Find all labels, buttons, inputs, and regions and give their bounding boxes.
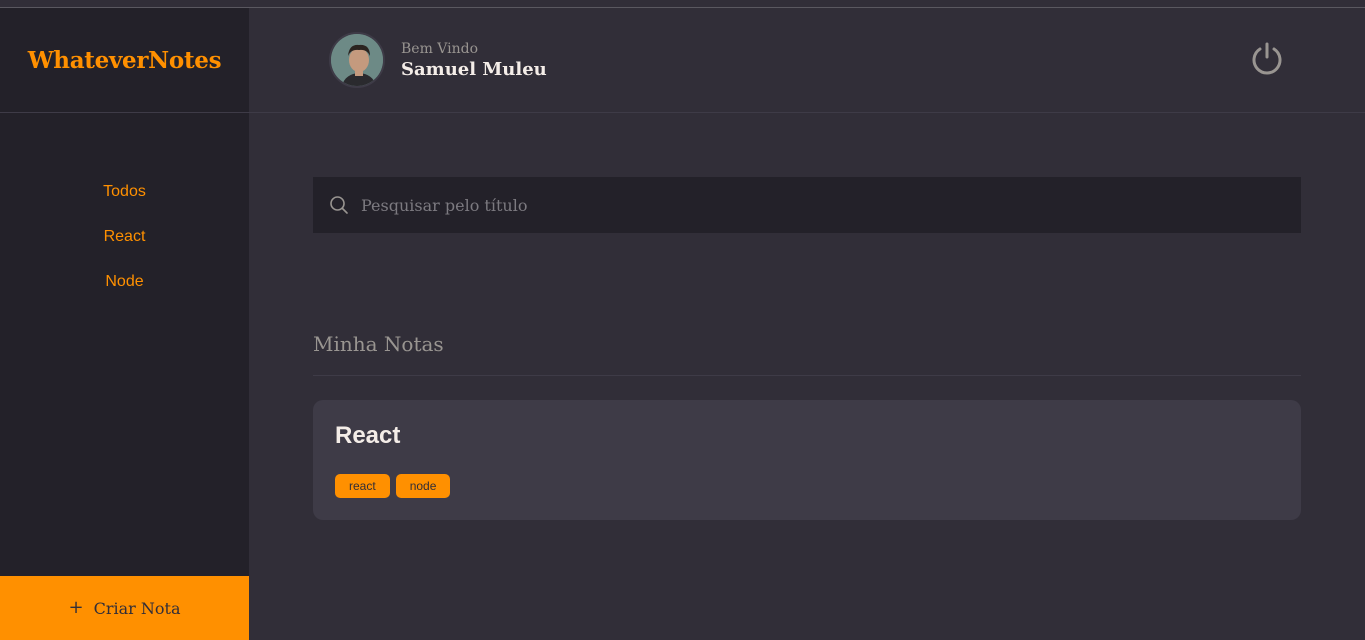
sidebar-item-node: Node: [0, 269, 249, 314]
profile-text: Bem Vindo Samuel Muleu: [401, 41, 547, 80]
create-note-button[interactable]: + Criar Nota: [0, 576, 249, 640]
sidebar-link-todos[interactable]: Todos: [103, 183, 146, 200]
top-border: [0, 0, 1365, 8]
search-bar[interactable]: [313, 177, 1301, 233]
power-icon: [1252, 42, 1282, 75]
brand-logo: WhateverNotes: [27, 46, 222, 74]
avatar[interactable]: [329, 32, 385, 88]
welcome-text: Bem Vindo: [401, 40, 479, 57]
plus-icon: +: [68, 597, 84, 618]
section-title: Minha Notas: [313, 332, 444, 356]
tag-menu: Todos React Node: [0, 179, 249, 314]
logout-button[interactable]: [1249, 40, 1285, 76]
avatar-image: [331, 34, 383, 86]
tag-badge: react: [335, 474, 390, 498]
search-input[interactable]: [361, 195, 1261, 215]
create-note-label: Criar Nota: [93, 598, 181, 618]
sidebar-item-todos: Todos: [0, 179, 249, 224]
sidebar-item-react: React: [0, 224, 249, 269]
header: Bem Vindo Samuel Muleu: [249, 8, 1365, 113]
sidebar-link-react[interactable]: React: [104, 228, 146, 245]
note-card[interactable]: React react node: [313, 400, 1301, 520]
brand: WhateverNotes: [0, 8, 249, 113]
sidebar: WhateverNotes Todos React Node + Criar N…: [0, 8, 249, 640]
profile[interactable]: Bem Vindo Samuel Muleu: [329, 32, 547, 88]
user-name[interactable]: Samuel Muleu: [401, 59, 547, 80]
notes-section: Minha Notas: [313, 332, 1301, 376]
search-icon: [330, 196, 348, 214]
sidebar-link-node[interactable]: Node: [105, 273, 143, 290]
tag-badge: node: [395, 474, 451, 498]
note-tags: react node: [335, 474, 1279, 498]
note-title: React: [335, 422, 401, 449]
